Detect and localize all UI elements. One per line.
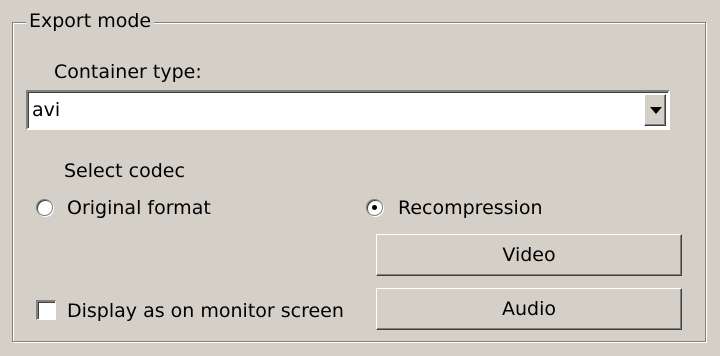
video-button[interactable]: Video (376, 234, 682, 276)
display-as-monitor-label[interactable]: Display as on monitor screen (67, 299, 344, 323)
chevron-down-icon (650, 107, 662, 114)
container-type-select[interactable]: avi (26, 90, 670, 130)
export-mode-title: Export mode (26, 9, 155, 33)
select-codec-label: Select codec (64, 160, 185, 182)
recompression-label[interactable]: Recompression (398, 196, 543, 220)
container-type-value: avi (32, 99, 61, 121)
dropdown-button[interactable] (644, 94, 666, 126)
display-as-monitor-checkbox[interactable] (36, 300, 56, 320)
original-format-label[interactable]: Original format (67, 196, 211, 220)
container-type-label: Container type: (54, 61, 202, 83)
original-format-radio[interactable] (36, 199, 53, 216)
audio-button[interactable]: Audio (376, 288, 682, 330)
recompression-radio[interactable] (366, 199, 383, 216)
